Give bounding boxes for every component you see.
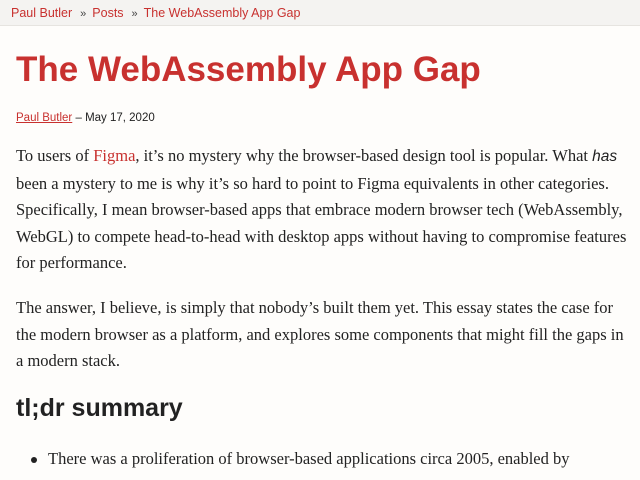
paragraph-text: , it’s no mystery why the browser-based … [135, 146, 593, 165]
post-date: May 17, 2020 [85, 112, 155, 124]
post-meta: Paul Butler – May 17, 2020 [16, 112, 155, 124]
paragraph-text: To users of [16, 146, 94, 165]
author-link[interactable]: Paul Butler [16, 112, 72, 124]
breadcrumb-separator: » [131, 8, 138, 20]
breadcrumb: Paul Butler » Posts » The WebAssembly App Ga… [0, 0, 640, 26]
intro-paragraph: To users of Figma, it’s no mystery why t… [16, 143, 631, 277]
list-item-text: There was a proliferation of browser-bas… [48, 449, 570, 468]
breadcrumb-separator: » [80, 8, 87, 20]
emphasis-text: has [592, 148, 618, 165]
summary-heading: tl;dr summary [16, 394, 183, 422]
page-title: The WebAssembly App Gap [16, 50, 481, 89]
paragraph-text: been a mystery to me is why it’s so hard… [16, 173, 627, 273]
date-separator: – [72, 112, 86, 124]
answer-paragraph: The answer, I believe, is simply that no… [16, 298, 624, 370]
list-item: There was a proliferation of browser-bas… [0, 446, 618, 473]
breadcrumb-current-link[interactable]: The WebAssembly App Gap [144, 6, 301, 20]
figma-link[interactable]: Figma [93, 146, 135, 165]
bullet-icon [31, 457, 37, 463]
summary-list: There was a proliferation of browser-bas… [0, 446, 640, 473]
breadcrumb-posts-link[interactable]: Posts [92, 6, 123, 20]
breadcrumb-home-link[interactable]: Paul Butler [11, 6, 72, 20]
